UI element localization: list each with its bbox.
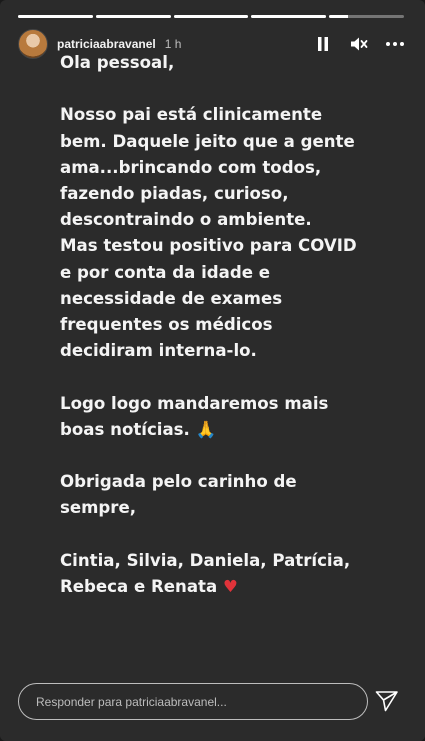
- progress-segment: [95, 15, 171, 18]
- more-options-icon[interactable]: [384, 33, 406, 55]
- progress-segment: [173, 15, 249, 18]
- progress-segment-current: [329, 15, 404, 18]
- story-viewer: patriciaabravanel 1 h Ola pessoal, Nosso…: [0, 0, 425, 741]
- reply-input[interactable]: [18, 683, 368, 720]
- signature: Cintia, Silvia, Daniela, Patrícia, Rebec…: [60, 550, 356, 597]
- heart-emoji: ♥: [222, 577, 238, 597]
- story-text: Ola pessoal, Nosso pai está clinicamente…: [60, 50, 360, 600]
- story-progress-bar: [18, 15, 404, 18]
- message-paragraph: Nosso pai está clinicamente bem. Daquele…: [60, 105, 363, 361]
- post-time: 1 h: [164, 37, 182, 51]
- message-paragraph: Logo logo mandaremos mais boas notícias.…: [60, 393, 335, 439]
- avatar[interactable]: [18, 29, 48, 59]
- progress-segment: [18, 15, 93, 18]
- greeting: Ola pessoal,: [60, 53, 175, 72]
- progress-segment: [251, 15, 327, 18]
- username[interactable]: patriciaabravanel: [57, 37, 156, 51]
- send-icon[interactable]: [372, 686, 402, 716]
- message-paragraph: Obrigada pelo carinho de sempre,: [60, 472, 303, 518]
